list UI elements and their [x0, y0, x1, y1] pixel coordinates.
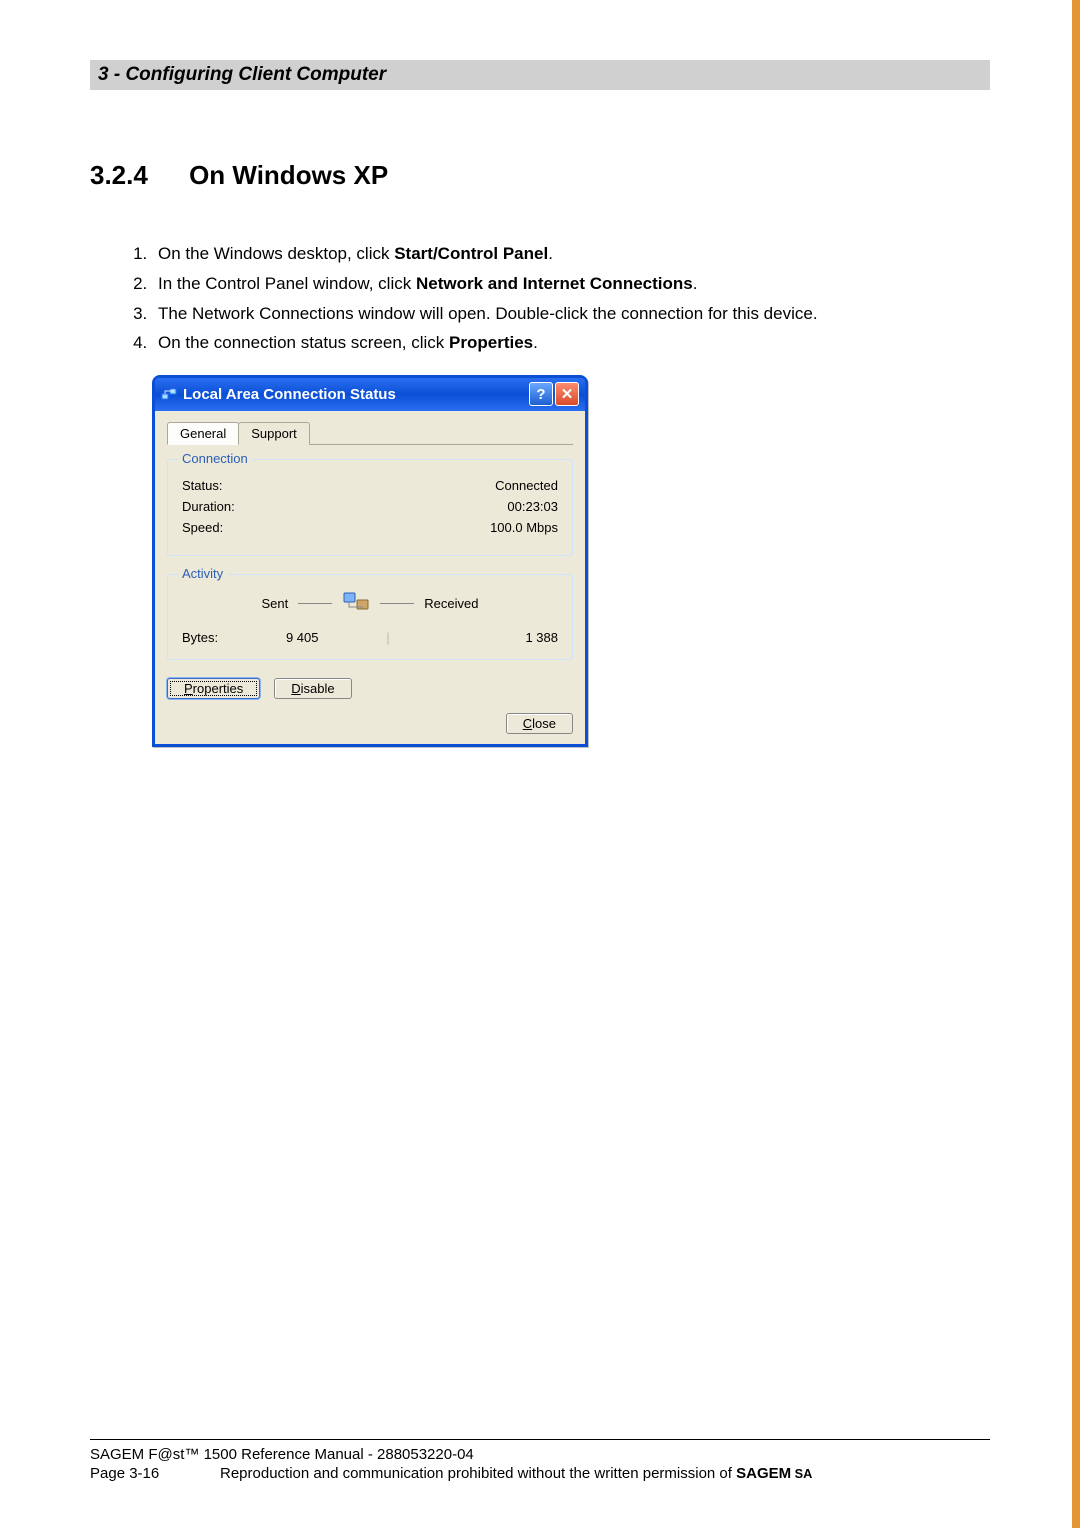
step-bold: Start/Control Panel: [394, 244, 548, 263]
page-number: Page 3-16: [90, 1465, 220, 1482]
close-button[interactable]: Close: [506, 713, 573, 734]
activity-icon: [342, 591, 370, 616]
step-bold: Network and Internet Connections: [416, 274, 693, 293]
step-3: The Network Connections window will open…: [152, 299, 990, 329]
step-text: In the Control Panel window, click: [158, 274, 416, 293]
step-text: The Network Connections window will open…: [158, 304, 818, 323]
connection-group: Connection Status: Connected Duration: 0…: [167, 459, 573, 556]
dialog-body: General Support Connection Status: Conne…: [155, 411, 585, 744]
section-heading: 3.2.4 On Windows XP: [90, 160, 990, 191]
btn-text: roperties: [193, 681, 244, 696]
step-suffix: .: [533, 333, 538, 352]
btn-text: isable: [301, 681, 335, 696]
disable-button[interactable]: Disable: [274, 678, 351, 699]
page-header: 3 - Configuring Client Computer: [90, 60, 990, 90]
footer-line2: Reproduction and communication prohibite…: [220, 1465, 812, 1482]
footer-rule: [90, 1439, 990, 1440]
footer-line1: SAGEM F@st™ 1500 Reference Manual - 2880…: [90, 1446, 990, 1463]
connection-legend: Connection: [178, 451, 252, 466]
activity-legend: Activity: [178, 566, 227, 581]
tab-support[interactable]: Support: [238, 422, 310, 445]
access-key: P: [184, 681, 193, 696]
help-button[interactable]: ?: [529, 382, 553, 406]
duration-value: 00:23:03: [507, 499, 558, 514]
step-2: In the Control Panel window, click Netwo…: [152, 269, 990, 299]
bytes-sent: 9 405: [218, 630, 386, 645]
activity-group: Activity Sent Received Bytes: [167, 574, 573, 660]
dash-left: [298, 603, 332, 604]
step-suffix: .: [548, 244, 553, 263]
bytes-received: 1 388: [390, 630, 558, 645]
dialog-titlebar[interactable]: Local Area Connection Status ? ✕: [155, 378, 585, 411]
steps-list: On the Windows desktop, click Start/Cont…: [126, 239, 990, 358]
btn-text: lose: [532, 716, 556, 731]
tabs: General Support: [167, 421, 573, 445]
properties-button[interactable]: Properties: [167, 678, 260, 699]
access-key: D: [291, 681, 300, 696]
bytes-label: Bytes:: [182, 630, 218, 645]
network-icon: [161, 386, 177, 402]
section-title: On Windows XP: [189, 160, 388, 190]
access-key: C: [523, 716, 532, 731]
step-bold: Properties: [449, 333, 533, 352]
section-number: 3.2.4: [90, 160, 148, 191]
footer-text: Reproduction and communication prohibite…: [220, 1465, 736, 1482]
received-label: Received: [424, 596, 478, 611]
close-icon[interactable]: ✕: [555, 382, 579, 406]
step-text: On the connection status screen, click: [158, 333, 449, 352]
step-1: On the Windows desktop, click Start/Cont…: [152, 239, 990, 269]
sent-label: Sent: [262, 596, 289, 611]
step-4: On the connection status screen, click P…: [152, 328, 990, 358]
step-suffix: .: [693, 274, 698, 293]
footer-brand: SAGEM: [736, 1465, 791, 1482]
status-label: Status:: [182, 478, 222, 493]
dialog-title: Local Area Connection Status: [183, 386, 527, 403]
duration-label: Duration:: [182, 499, 235, 514]
dash-right: [380, 603, 414, 604]
status-value: Connected: [495, 478, 558, 493]
page: 3 - Configuring Client Computer 3.2.4 On…: [0, 0, 1080, 1528]
connection-status-dialog: Local Area Connection Status ? ✕ General…: [152, 375, 588, 747]
step-text: On the Windows desktop, click: [158, 244, 394, 263]
page-footer: SAGEM F@st™ 1500 Reference Manual - 2880…: [90, 1432, 990, 1483]
tab-general[interactable]: General: [167, 422, 239, 445]
speed-value: 100.0 Mbps: [490, 520, 558, 535]
speed-label: Speed:: [182, 520, 223, 535]
footer-sa: SA: [791, 1466, 812, 1481]
